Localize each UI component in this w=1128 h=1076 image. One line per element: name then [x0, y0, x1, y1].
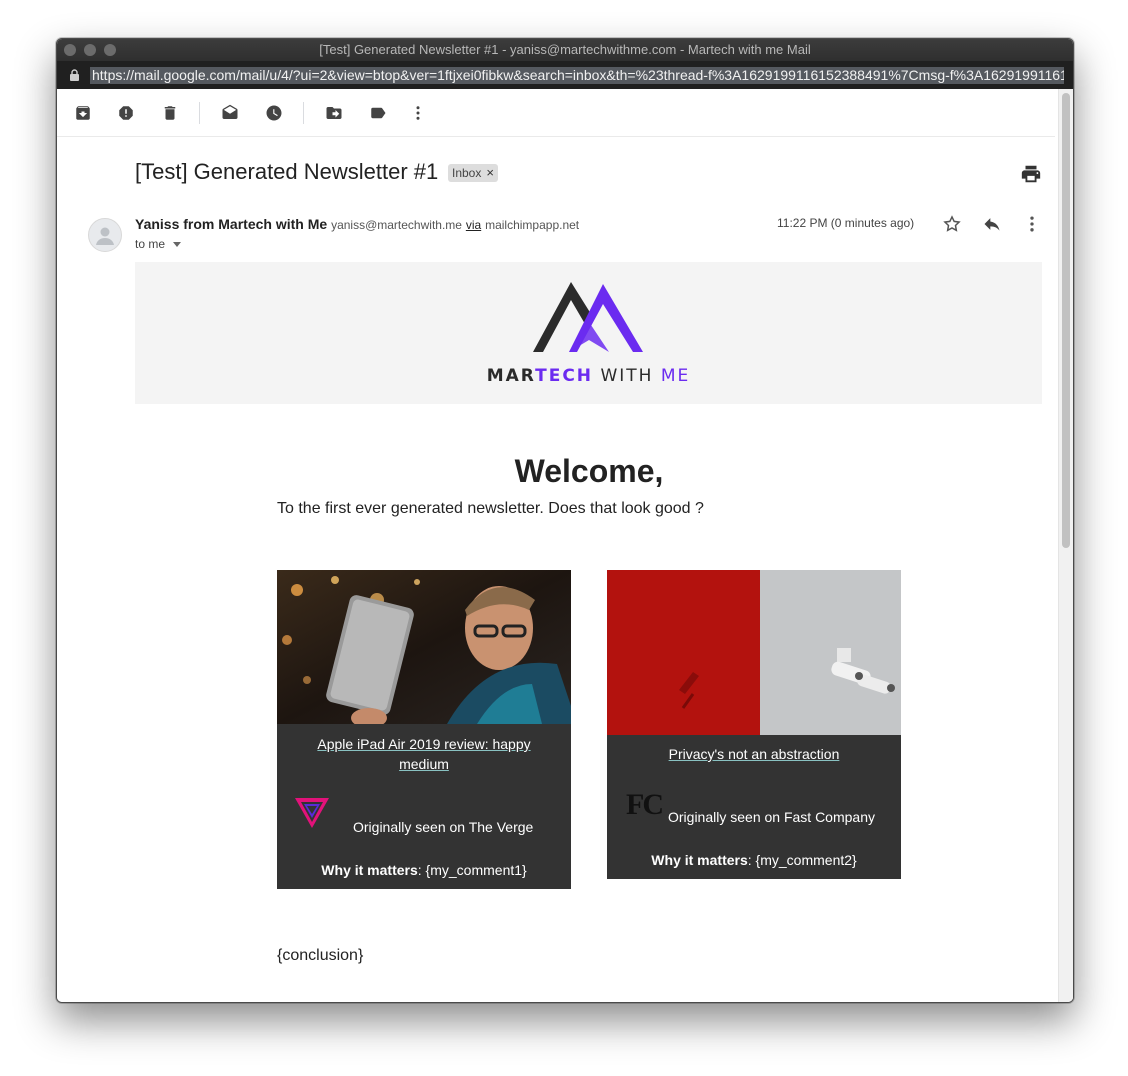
sender-name[interactable]: Yaniss from Martech with Me — [135, 216, 327, 232]
browser-window: [Test] Generated Newsletter #1 - yaniss@… — [56, 38, 1074, 1003]
timestamp: 11:22 PM (0 minutes ago) — [777, 216, 915, 230]
avatar — [88, 218, 122, 252]
via-link[interactable]: via — [466, 218, 481, 232]
recipient-dropdown[interactable]: to me — [135, 237, 182, 251]
martech-logo-mark — [533, 282, 643, 352]
article-source: Originally seen on Fast Company — [668, 809, 875, 825]
lock-icon — [70, 69, 79, 81]
window-title: [Test] Generated Newsletter #1 - yaniss@… — [319, 42, 811, 57]
more-options-icon[interactable] — [1021, 213, 1043, 235]
toolbar-divider — [199, 102, 200, 124]
mail-view: [Test] Generated Newsletter #1 Inbox × Ya… — [57, 89, 1073, 1002]
martech-logo-text: MARTECH WITH ME — [486, 366, 691, 386]
labels-icon[interactable] — [368, 103, 388, 123]
more-vert-icon[interactable] — [408, 103, 428, 123]
article-image[interactable] — [607, 570, 901, 735]
star-icon[interactable] — [941, 213, 963, 235]
person-icon — [96, 227, 114, 245]
via-domain: mailchimpapp.net — [485, 218, 580, 232]
mail-toolbar — [57, 89, 1055, 137]
move-to-icon[interactable] — [324, 103, 344, 123]
archive-icon[interactable] — [73, 103, 93, 123]
delete-icon[interactable] — [160, 103, 180, 123]
address-bar: https://mail.google.com/mail/u/4/?ui=2&v… — [57, 61, 1073, 89]
print-icon[interactable] — [1020, 163, 1042, 185]
mark-unread-icon[interactable] — [220, 103, 240, 123]
sender-line: Yaniss from Martech with Me yaniss@marte… — [135, 216, 579, 232]
welcome-heading: Welcome, — [514, 453, 664, 489]
fc-logo: FC — [626, 788, 664, 821]
sender-address: yaniss@martechwith.me — [331, 218, 462, 232]
label-name: Inbox — [452, 166, 482, 180]
scrollbar[interactable] — [1058, 89, 1073, 1002]
reply-icon[interactable] — [981, 213, 1003, 235]
why-it-matters: Why it matters: {my_comment2} — [651, 852, 857, 868]
article-title-link[interactable]: Privacy's not an abstraction — [627, 744, 881, 764]
newsletter-header-banner: MARTECH WITH ME — [135, 262, 1042, 404]
inbox-label-chip: Inbox × — [448, 164, 498, 182]
verge-logo — [295, 798, 329, 828]
email-subject: [Test] Generated Newsletter #1 — [135, 159, 439, 184]
chevron-down-icon — [173, 242, 182, 248]
article-source: Originally seen on The Verge — [353, 819, 534, 835]
report-spam-icon[interactable] — [116, 103, 136, 123]
article-image[interactable] — [277, 570, 571, 724]
why-it-matters: Why it matters: {my_comment1} — [321, 862, 527, 878]
intro-text: To the first ever generated newsletter. … — [277, 500, 704, 517]
title-bar: [Test] Generated Newsletter #1 - yaniss@… — [57, 39, 1073, 61]
toolbar-divider — [303, 102, 304, 124]
conclusion-text: {conclusion} — [277, 947, 364, 964]
url-field[interactable]: https://mail.google.com/mail/u/4/?ui=2&v… — [90, 67, 1064, 84]
article-title-link[interactable]: Apple iPad Air 2019 review: happy medium — [297, 734, 551, 774]
snooze-icon[interactable] — [264, 103, 284, 123]
article-card: Apple iPad Air 2019 review: happy medium… — [277, 570, 571, 889]
recipient-label: to me — [135, 237, 166, 251]
article-card: Privacy's not an abstraction FC Original… — [607, 570, 901, 879]
scrollbar-thumb[interactable] — [1062, 93, 1070, 548]
remove-label-button[interactable]: × — [486, 165, 494, 180]
